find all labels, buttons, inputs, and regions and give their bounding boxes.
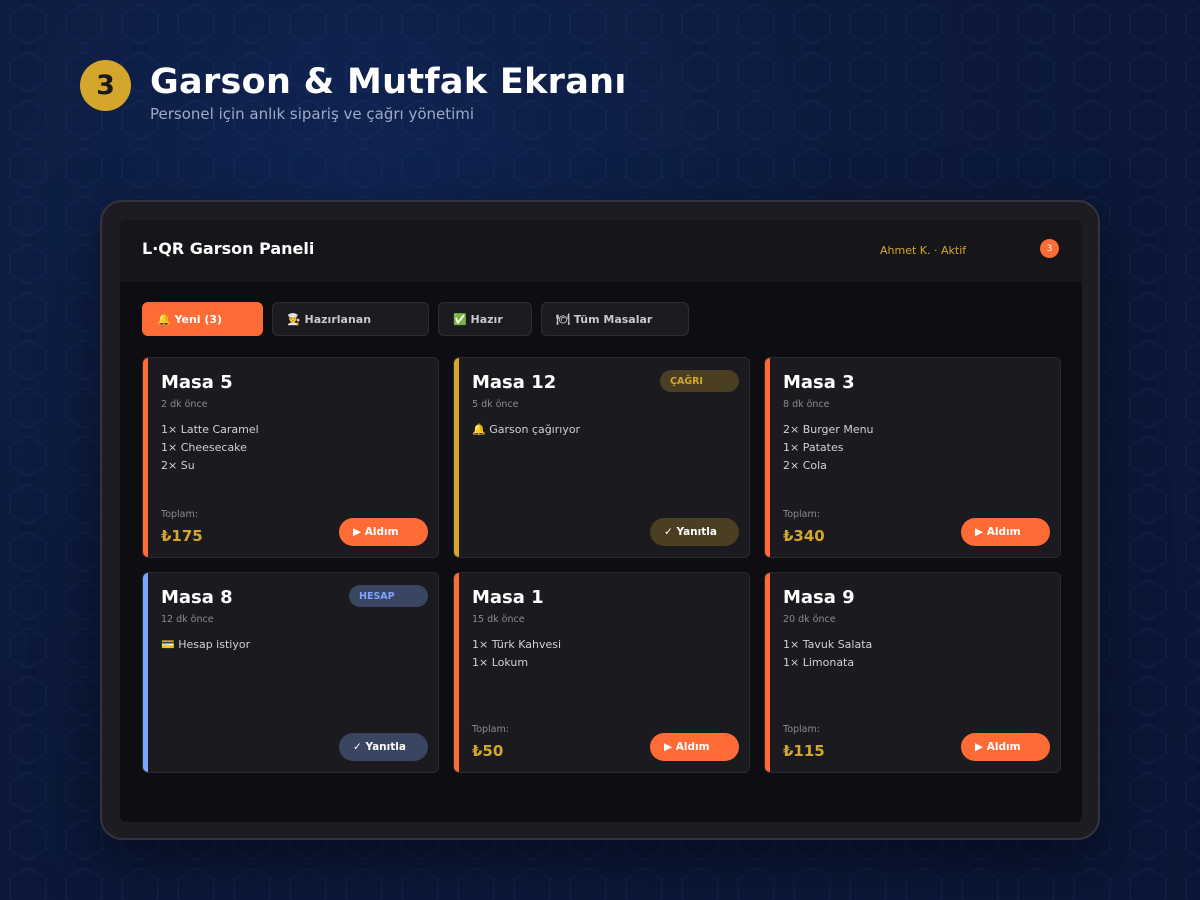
order-item: 2× Cola [783, 459, 827, 472]
order-total: ₺115 [783, 742, 825, 760]
notification-badge[interactable]: 3 [1040, 239, 1059, 258]
user-status: Ahmet K. · Aktif [880, 244, 967, 257]
table-name: Masa 5 [161, 372, 233, 393]
order-time: 8 dk önce [783, 399, 830, 410]
step-number-badge: 3 [80, 60, 131, 111]
card-status-stripe [765, 573, 770, 772]
total-label: Toplam: [783, 509, 820, 520]
order-item: 1× Cheesecake [161, 441, 247, 454]
take-order-button[interactable]: ▶ Aldım [650, 733, 739, 761]
order-items: 1× Türk Kahvesi 1× Lokum [472, 637, 561, 673]
card-status-stripe [143, 358, 148, 557]
order-item: 2× Burger Menu [783, 423, 874, 436]
card-status-stripe [454, 573, 459, 772]
call-tag: ÇAĞRI [660, 370, 739, 392]
take-order-button[interactable]: ▶ Aldım [961, 518, 1050, 546]
order-time: 12 dk önce [161, 614, 214, 625]
order-card-masa-1[interactable]: Masa 1 15 dk önce 1× Türk Kahvesi 1× Lok… [453, 572, 750, 773]
order-card-masa-5[interactable]: Masa 5 2 dk önce 1× Latte Caramel 1× Che… [142, 357, 439, 558]
table-name: Masa 12 [472, 372, 557, 393]
order-card-masa-3[interactable]: Masa 3 8 dk önce 2× Burger Menu 1× Patat… [764, 357, 1061, 558]
order-items: 1× Tavuk Salata 1× Limonata [783, 637, 872, 673]
order-total: ₺50 [472, 742, 504, 760]
tab-all-tables[interactable]: 🍽 Tüm Masalar [541, 302, 689, 336]
total-label: Toplam: [472, 724, 509, 735]
order-item: 1× Limonata [783, 656, 855, 669]
card-status-stripe [454, 358, 459, 557]
tablet-screen: L·QR Garson Paneli Ahmet K. · Aktif 3 🔔 … [120, 220, 1082, 822]
card-status-stripe [765, 358, 770, 557]
order-item: 2× Su [161, 459, 195, 472]
order-item: 1× Patates [783, 441, 844, 454]
page-subtitle: Personel için anlık sipariş ve çağrı yön… [150, 105, 475, 123]
take-order-button[interactable]: ▶ Aldım [339, 518, 428, 546]
order-time: 20 dk önce [783, 614, 836, 625]
tablet-device-frame: L·QR Garson Paneli Ahmet K. · Aktif 3 🔔 … [100, 200, 1100, 840]
order-item: 1× Latte Caramel [161, 423, 259, 436]
respond-button[interactable]: ✓ Yanıtla [339, 733, 428, 761]
order-item: 1× Lokum [472, 656, 529, 669]
app-header: L·QR Garson Paneli Ahmet K. · Aktif 3 [120, 220, 1082, 282]
tab-new[interactable]: 🔔 Yeni (3) [142, 302, 263, 336]
tab-preparing[interactable]: 👨‍🍳 Hazırlanan [272, 302, 429, 336]
order-items: 💳 Hesap istiyor [161, 637, 250, 655]
order-time: 15 dk önce [472, 614, 525, 625]
order-items: 🔔 Garson çağırıyor [472, 422, 580, 440]
order-card-masa-12[interactable]: Masa 12 ÇAĞRI 5 dk önce 🔔 Garson çağırıy… [453, 357, 750, 558]
card-status-stripe [143, 573, 148, 772]
tab-ready[interactable]: ✅ Hazır [438, 302, 532, 336]
order-card-masa-8[interactable]: Masa 8 HESAP 12 dk önce 💳 Hesap istiyor … [142, 572, 439, 773]
order-time: 2 dk önce [161, 399, 208, 410]
respond-button[interactable]: ✓ Yanıtla [650, 518, 739, 546]
table-name: Masa 1 [472, 587, 544, 608]
waiter-call-message: 🔔 Garson çağırıyor [472, 423, 581, 436]
order-card-masa-9[interactable]: Masa 9 20 dk önce 1× Tavuk Salata 1× Lim… [764, 572, 1061, 773]
table-name: Masa 3 [783, 372, 855, 393]
order-items: 2× Burger Menu 1× Patates 2× Cola [783, 422, 874, 476]
bill-request-message: 💳 Hesap istiyor [161, 638, 251, 651]
page-title: Garson & Mutfak Ekranı [150, 62, 627, 102]
total-label: Toplam: [161, 509, 198, 520]
order-item: 1× Tavuk Salata [783, 638, 873, 651]
take-order-button[interactable]: ▶ Aldım [961, 733, 1050, 761]
order-items: 1× Latte Caramel 1× Cheesecake 2× Su [161, 422, 259, 476]
table-name: Masa 9 [783, 587, 855, 608]
order-total: ₺340 [783, 527, 825, 545]
table-name: Masa 8 [161, 587, 233, 608]
order-total: ₺175 [161, 527, 203, 545]
step-number: 3 [96, 70, 115, 101]
order-time: 5 dk önce [472, 399, 519, 410]
bill-tag: HESAP [349, 585, 428, 607]
order-item: 1× Türk Kahvesi [472, 638, 562, 651]
total-label: Toplam: [783, 724, 820, 735]
app-title: L·QR Garson Paneli [142, 239, 315, 258]
